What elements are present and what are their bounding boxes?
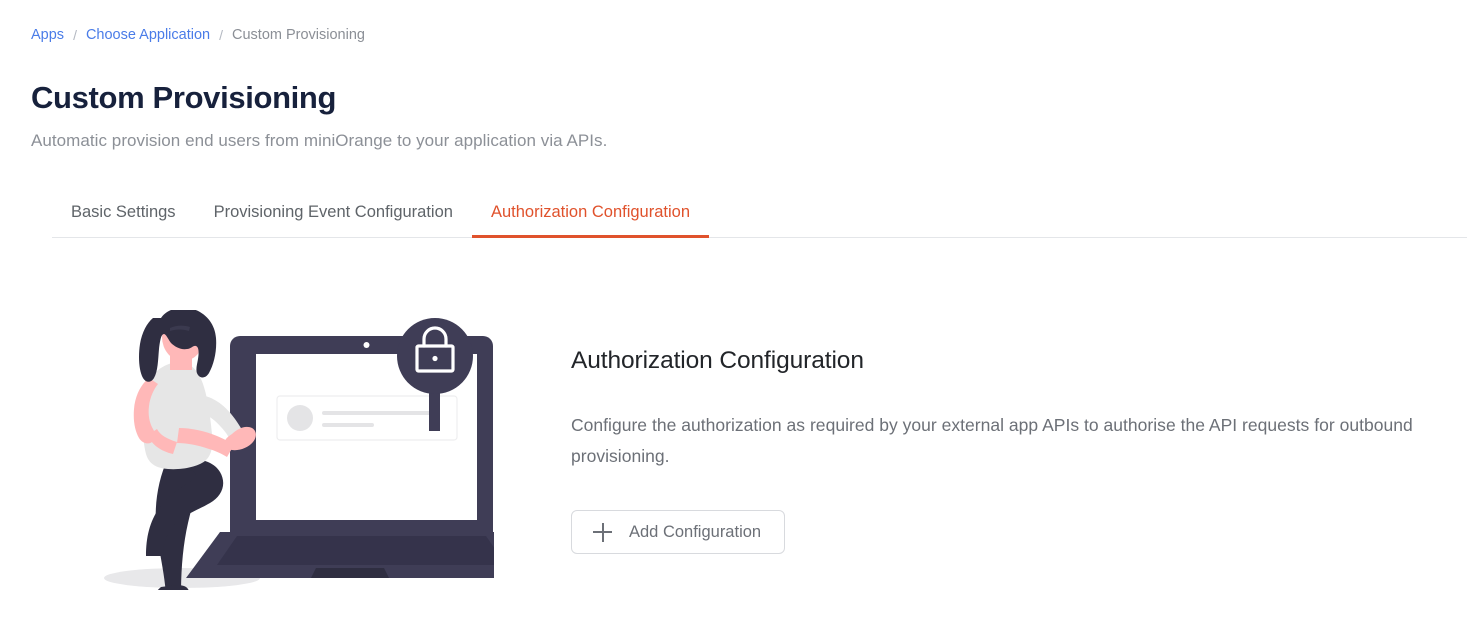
empty-state-copy: Authorization Configuration Configure th… [571, 345, 1461, 554]
screen-text-line-short [322, 423, 374, 427]
tab-provisioning-event-configuration[interactable]: Provisioning Event Configuration [195, 202, 472, 238]
add-configuration-button-label: Add Configuration [629, 522, 762, 541]
plus-icon [593, 522, 612, 542]
tab-basic-settings[interactable]: Basic Settings [52, 202, 195, 238]
empty-state-description: Configure the authorization as required … [571, 415, 1413, 466]
breadcrumb: Apps / Choose Application / Custom Provi… [31, 26, 365, 44]
screen-text-line-long [322, 411, 438, 415]
tab-authorization-configuration[interactable]: Authorization Configuration [471, 202, 710, 238]
breadcrumb-separator: / [219, 27, 223, 43]
screen-avatar-circle [287, 405, 313, 431]
add-configuration-button[interactable]: Add Configuration [571, 510, 786, 554]
breadcrumb-item-custom-provisioning: Custom Provisioning [232, 27, 365, 43]
breadcrumb-separator: / [73, 27, 77, 43]
security-illustration [104, 310, 494, 590]
laptop-base-inner [217, 536, 494, 565]
tab-list: Basic Settings Provisioning Event Config… [52, 182, 710, 238]
lock-keyhole [432, 355, 438, 362]
page-title: Custom Provisioning [31, 80, 337, 115]
laptop-trackpad [311, 568, 389, 578]
breadcrumb-item-apps[interactable]: Apps [31, 26, 64, 44]
breadcrumb-item-choose-application[interactable]: Choose Application [86, 26, 210, 44]
page-subtitle: Automatic provision end users from miniO… [31, 131, 608, 150]
empty-state-heading: Authorization Configuration [571, 347, 864, 374]
authorization-configuration-empty-state: Authorization Configuration Configure th… [0, 275, 1467, 615]
tab-bar: Basic Settings Provisioning Event Config… [0, 182, 1467, 238]
laptop-camera-dot [363, 342, 370, 348]
